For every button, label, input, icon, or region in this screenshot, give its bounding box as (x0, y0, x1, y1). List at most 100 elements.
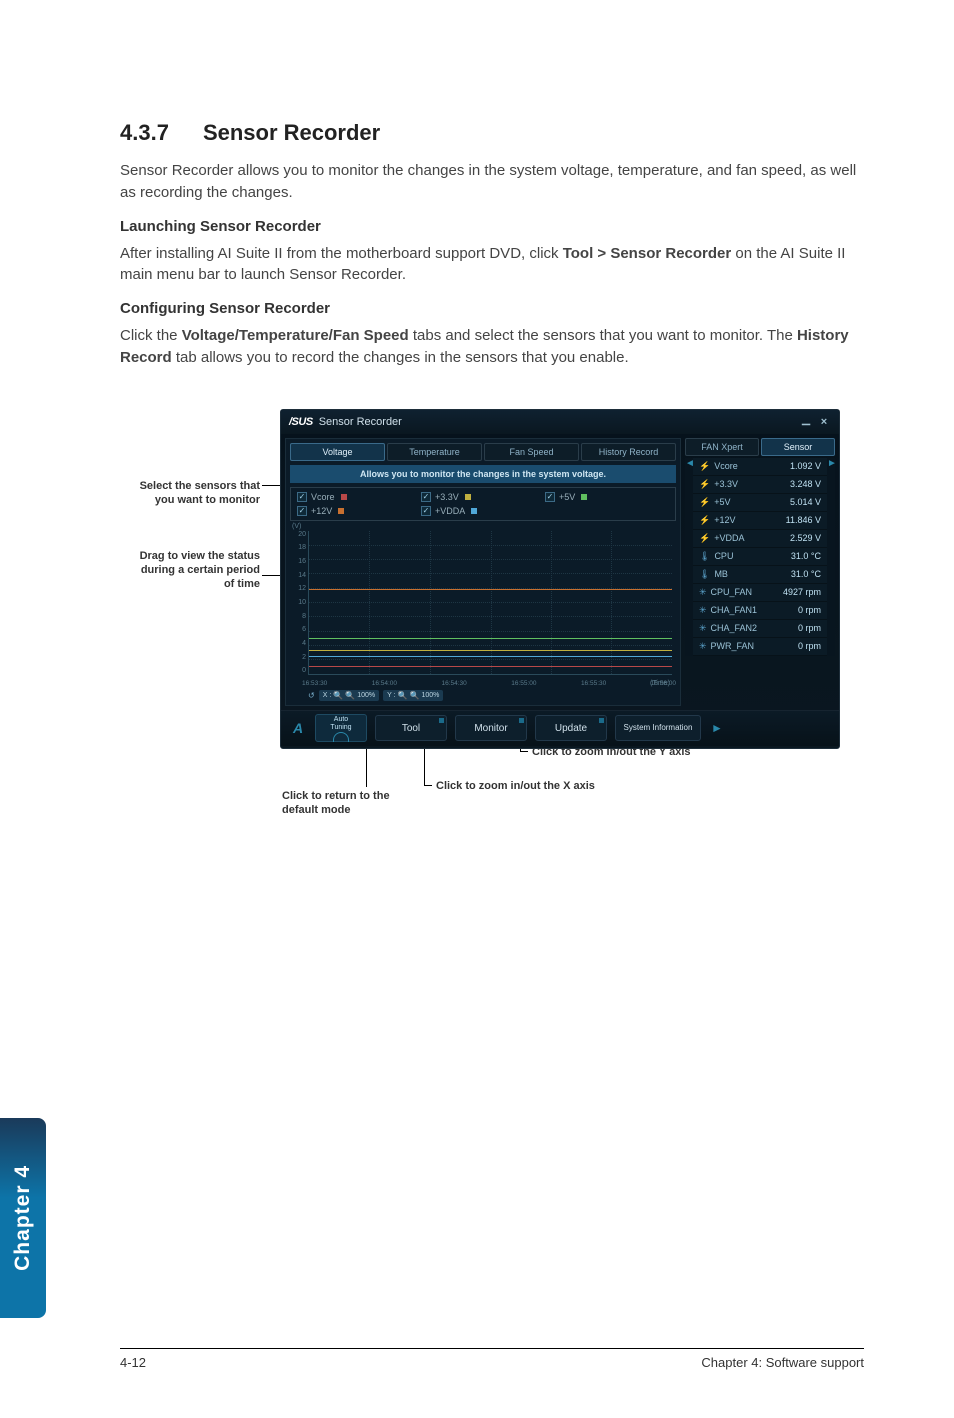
reading-icon: ✳ (699, 587, 707, 598)
reading-icon: ⚡ (699, 515, 710, 526)
series-line (309, 589, 672, 590)
tab-sensor[interactable]: Sensor (761, 438, 835, 456)
footer-page-number: 4-12 (120, 1355, 146, 1370)
reading-icon: ✳ (699, 623, 707, 634)
launch-text: After installing AI Suite II from the mo… (120, 243, 864, 287)
reading-row: 🌡CPU31.0 °C (693, 548, 827, 566)
reading-value: 11.846 V (786, 515, 821, 525)
checkbox-12v[interactable]: ✓ +12V (297, 506, 421, 516)
reading-row: ⚡Vcore1.092 V (693, 458, 827, 476)
minimize-icon[interactable]: ⚊ (799, 415, 813, 429)
tool-button[interactable]: Tool (375, 715, 447, 741)
checkbox-label: +5V (559, 492, 575, 502)
reading-value: 3.248 V (790, 479, 821, 489)
left-panel: Voltage Temperature Fan Speed History Re… (285, 438, 681, 706)
monitor-button[interactable]: Monitor (455, 715, 527, 741)
callout-return-default: Click to return to the default mode (282, 789, 412, 818)
chart-zone[interactable]: (V) 20 18 16 14 12 10 8 6 4 2 0 (290, 525, 676, 701)
magnifier-minus-icon[interactable]: 🔍 (333, 691, 343, 700)
toolbar-scroll-right-icon[interactable]: ► (711, 721, 723, 735)
titlebar: /SUS Sensor Recorder ⚊ × (281, 410, 839, 434)
close-icon[interactable]: × (817, 415, 831, 429)
auto-tuning-button[interactable]: Auto Tuning (315, 714, 367, 742)
screenshot-area: Select the sensors that you want to moni… (120, 409, 864, 849)
checkbox-label: +VDDA (435, 506, 465, 516)
magnifier-plus-icon[interactable]: 🔍 (345, 691, 355, 700)
series-line (309, 656, 672, 657)
window-title: Sensor Recorder (319, 416, 402, 428)
plot-area[interactable] (308, 531, 672, 675)
tabs-row: Voltage Temperature Fan Speed History Re… (290, 443, 676, 461)
chapter-side-label: Chapter 4 (11, 1165, 35, 1271)
y-ticks: 20 18 16 14 12 10 8 6 4 2 0 (290, 531, 306, 675)
tab-voltage[interactable]: Voltage (290, 443, 385, 461)
color-swatch (338, 508, 344, 514)
app-window: /SUS Sensor Recorder ⚊ × Voltage Tempera… (280, 409, 840, 749)
reading-icon: ⚡ (699, 497, 710, 508)
config-text-e: tab allows you to record the changes in … (172, 349, 629, 366)
checkbox-3v3[interactable]: ✓ +3.3V (421, 492, 545, 502)
reading-icon: 🌡 (699, 551, 710, 562)
checkbox-icon: ✓ (421, 492, 431, 502)
series-line (309, 650, 672, 651)
magnifier-minus-icon[interactable]: 🔍 (398, 691, 408, 700)
reading-value: 1.092 V (790, 461, 821, 471)
config-text-c: tabs and select the sensors that you wan… (409, 327, 797, 344)
y-axis-label: (V) (292, 523, 301, 530)
reading-icon: ⚡ (699, 533, 710, 544)
reading-value: 31.0 °C (791, 551, 821, 561)
reading-row: ⚡+VDDA2.529 V (693, 530, 827, 548)
readings-list: ⚡Vcore1.092 V⚡+3.3V3.248 V⚡+5V5.014 V⚡+1… (693, 458, 827, 656)
checkbox-vdda[interactable]: ✓ +VDDA (421, 506, 545, 516)
reading-row: ⚡+5V5.014 V (693, 494, 827, 512)
color-swatch (341, 494, 347, 500)
scroll-right-icon[interactable]: ► (827, 458, 835, 656)
dial-icon (333, 732, 349, 742)
launch-heading: Launching Sensor Recorder (120, 218, 864, 235)
launch-text-bold: Tool > Sensor Recorder (563, 245, 732, 262)
reading-value: 0 rpm (798, 623, 821, 633)
launch-text-a: After installing AI Suite II from the mo… (120, 245, 563, 262)
brand-logo: /SUS (289, 416, 313, 428)
reading-row: ⚡+3.3V3.248 V (693, 476, 827, 494)
system-information-button[interactable]: System Information (615, 715, 701, 741)
reset-zoom-icon[interactable]: ↺ (308, 691, 315, 700)
reading-value: 2.529 V (790, 533, 821, 543)
checkbox-5v[interactable]: ✓ +5V (545, 492, 669, 502)
checkbox-vcore[interactable]: ✓ Vcore (297, 492, 421, 502)
reading-icon: ✳ (699, 605, 707, 616)
ai-logo-icon: A (289, 719, 307, 737)
reading-row: ✳PWR_FAN0 rpm (693, 638, 827, 656)
reading-row: ✳CHA_FAN2 0 rpm (693, 620, 827, 638)
reading-row: ✳CPU_FAN4927 rpm (693, 584, 827, 602)
zoom-controls: ↺ X : 🔍 🔍 100% Y : 🔍 🔍 (308, 690, 443, 701)
magnifier-plus-icon[interactable]: 🔍 (410, 691, 420, 700)
checkbox-icon: ✓ (297, 492, 307, 502)
reading-value: 0 rpm (798, 641, 821, 651)
update-button[interactable]: Update (535, 715, 607, 741)
tab-fan-speed[interactable]: Fan Speed (484, 443, 579, 461)
auto-tuning-label1: Auto (316, 716, 366, 724)
color-swatch (581, 494, 587, 500)
section-heading: 4.3.7Sensor Recorder (120, 120, 864, 146)
series-line (309, 666, 672, 667)
callout-zoom-x: Click to zoom in/out the X axis (436, 779, 596, 793)
zoom-x-control[interactable]: X : 🔍 🔍 100% (319, 690, 379, 701)
tab-history-record[interactable]: History Record (581, 443, 676, 461)
reading-row: ✳CHA_FAN10 rpm (693, 602, 827, 620)
page-footer: 4-12 Chapter 4: Software support (120, 1348, 864, 1370)
config-heading: Configuring Sensor Recorder (120, 300, 864, 317)
chapter-side-tab: Chapter 4 (0, 1118, 46, 1318)
checkbox-icon: ✓ (297, 506, 307, 516)
scroll-left-icon[interactable]: ◄ (685, 458, 693, 656)
zoom-y-control[interactable]: Y : 🔍 🔍 100% (383, 690, 443, 701)
right-tabs-row: FAN Xpert Sensor (685, 438, 835, 456)
tab-fan-xpert[interactable]: FAN Xpert (685, 438, 759, 456)
reading-icon: 🌡 (699, 569, 710, 580)
tab-temperature[interactable]: Temperature (387, 443, 482, 461)
info-band: Allows you to monitor the changes in the… (290, 465, 676, 483)
reading-label: ✳CHA_FAN2 (699, 623, 757, 634)
config-text-b: Voltage/Temperature/Fan Speed (182, 327, 409, 344)
reading-label: ✳CHA_FAN1 (699, 605, 757, 616)
callout-select-sensors: Select the sensors that you want to moni… (130, 479, 260, 508)
